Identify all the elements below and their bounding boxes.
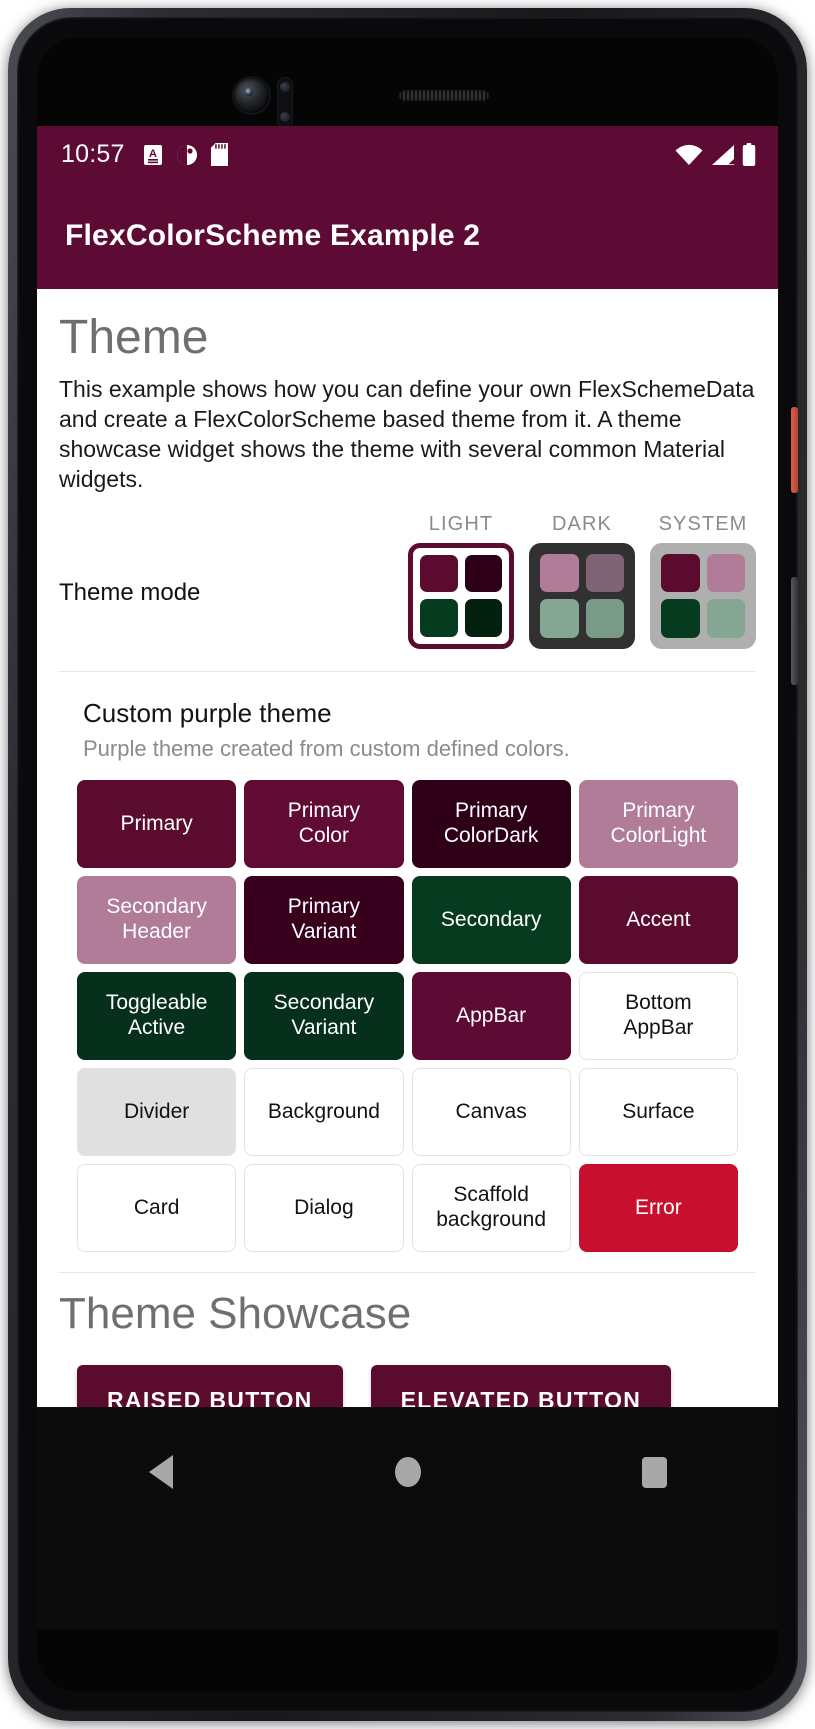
showcase-title: Theme Showcase (59, 1288, 412, 1338)
color-swatch: Secondary Header (77, 875, 237, 964)
scheme-title: Custom purple theme (83, 697, 332, 728)
color-swatch: Primary Color (244, 779, 404, 868)
color-swatch: Canvas (411, 1067, 571, 1156)
status-bar-right-icons (675, 143, 756, 166)
theme-mode-option-system[interactable]: SYSTEM (650, 513, 756, 649)
theme-mode-row: Theme mode LIGHT DARK SYSTEM (37, 495, 778, 649)
theme-mode-option-dark[interactable]: DARK (529, 513, 635, 649)
nav-recents-button[interactable] (620, 1449, 690, 1495)
theme-mode-caption: LIGHT (428, 512, 494, 535)
battery-icon (742, 143, 756, 166)
page-title: Theme (59, 311, 209, 364)
phone-bezel: 10:57 A FlexColorScheme Example 2 Theme … (17, 17, 798, 1712)
svg-text:A: A (149, 148, 157, 160)
android-navigation-bar (37, 1407, 778, 1629)
volume-button[interactable] (791, 577, 798, 685)
screenshot-icon: A (143, 144, 162, 165)
theme-mode-swatch (706, 599, 745, 638)
home-icon (394, 1457, 421, 1487)
color-swatch: Secondary Variant (244, 971, 404, 1060)
theme-mode-swatch (464, 599, 502, 637)
recents-icon (642, 1456, 667, 1488)
theme-mode-swatch (420, 599, 458, 637)
main-content: Theme This example shows how you can def… (37, 289, 778, 1407)
color-swatch: AppBar (411, 971, 571, 1060)
status-bar: 10:57 A (37, 126, 778, 183)
nav-home-button[interactable] (373, 1449, 443, 1495)
color-swatch-grid: Primary Primary Color Primary ColorDark Pri… (37, 762, 778, 1252)
page-description: This example shows how you can define yo… (59, 376, 755, 493)
color-swatch: Card (77, 1163, 237, 1252)
power-button[interactable] (791, 407, 798, 493)
theme-mode-swatch (585, 599, 624, 638)
color-swatch: Secondary (411, 875, 571, 964)
theme-mode-caption: DARK (552, 512, 612, 535)
theme-mode-swatch (661, 599, 700, 638)
theme-mode-swatch (585, 553, 624, 593)
app-viewport: 10:57 A FlexColorScheme Example 2 Theme … (37, 126, 778, 1407)
color-swatch: Primary ColorLight (578, 779, 738, 868)
theme-mode-swatch (464, 554, 502, 593)
theme-mode-swatch (661, 553, 700, 593)
color-swatch: Divider (77, 1067, 237, 1156)
raised-button-button[interactable]: RAISED BUTTON (77, 1364, 343, 1407)
earpiece-speaker-icon (399, 90, 489, 101)
theme-mode-swatch (420, 554, 458, 593)
color-swatch: Error (578, 1163, 738, 1252)
phone-device-frame: 10:57 A FlexColorScheme Example 2 Theme … (8, 8, 807, 1721)
color-swatch: Surface (578, 1067, 738, 1156)
front-camera-icon (234, 78, 269, 113)
scheme-subtitle: Purple theme created from custom defined… (83, 735, 570, 761)
theme-mode-caption: SYSTEM (658, 512, 748, 535)
theme-mode-swatch-box[interactable] (529, 542, 635, 649)
color-swatch: Bottom AppBar (578, 971, 738, 1060)
status-clock: 10:57 (61, 140, 125, 168)
theme-mode-swatch (540, 599, 579, 638)
proximity-sensor-icon (277, 77, 293, 129)
color-swatch: Background (244, 1067, 404, 1156)
elevated-button-button[interactable]: ELEVATED BUTTON (370, 1364, 672, 1407)
wifi-icon (675, 144, 703, 165)
theme-mode-swatch-box[interactable] (408, 542, 514, 649)
nav-back-button[interactable] (126, 1449, 196, 1495)
status-bar-left-icons: A (143, 143, 228, 166)
theme-mode-toggle-group[interactable]: LIGHT DARK SYSTEM (408, 513, 756, 649)
color-swatch: Scaffold background (411, 1163, 571, 1252)
theme-mode-swatch-box[interactable] (650, 542, 756, 649)
app-bar: FlexColorScheme Example 2 (37, 183, 778, 289)
color-swatch: Dialog (244, 1163, 404, 1252)
phone-screen: 10:57 A FlexColorScheme Example 2 Theme … (37, 37, 778, 1692)
app-bar-title: FlexColorScheme Example 2 (65, 219, 481, 252)
theme-mode-option-light[interactable]: LIGHT (408, 513, 514, 649)
color-swatch: Accent (578, 875, 738, 964)
showcase-button-row: RAISED BUTTON ELEVATED BUTTON (37, 1339, 778, 1407)
color-swatch: Toggleable Active (77, 971, 237, 1060)
theme-mode-label: Theme mode (59, 578, 201, 606)
do-not-disturb-icon (176, 144, 197, 165)
back-icon (148, 1455, 173, 1489)
cellular-signal-icon (712, 145, 734, 165)
color-swatch: Primary Variant (244, 875, 404, 964)
theme-mode-swatch (540, 553, 579, 593)
sd-card-icon (210, 143, 228, 166)
theme-mode-swatch (706, 553, 745, 593)
color-swatch: Primary (77, 779, 237, 868)
color-swatch: Primary ColorDark (411, 779, 571, 868)
